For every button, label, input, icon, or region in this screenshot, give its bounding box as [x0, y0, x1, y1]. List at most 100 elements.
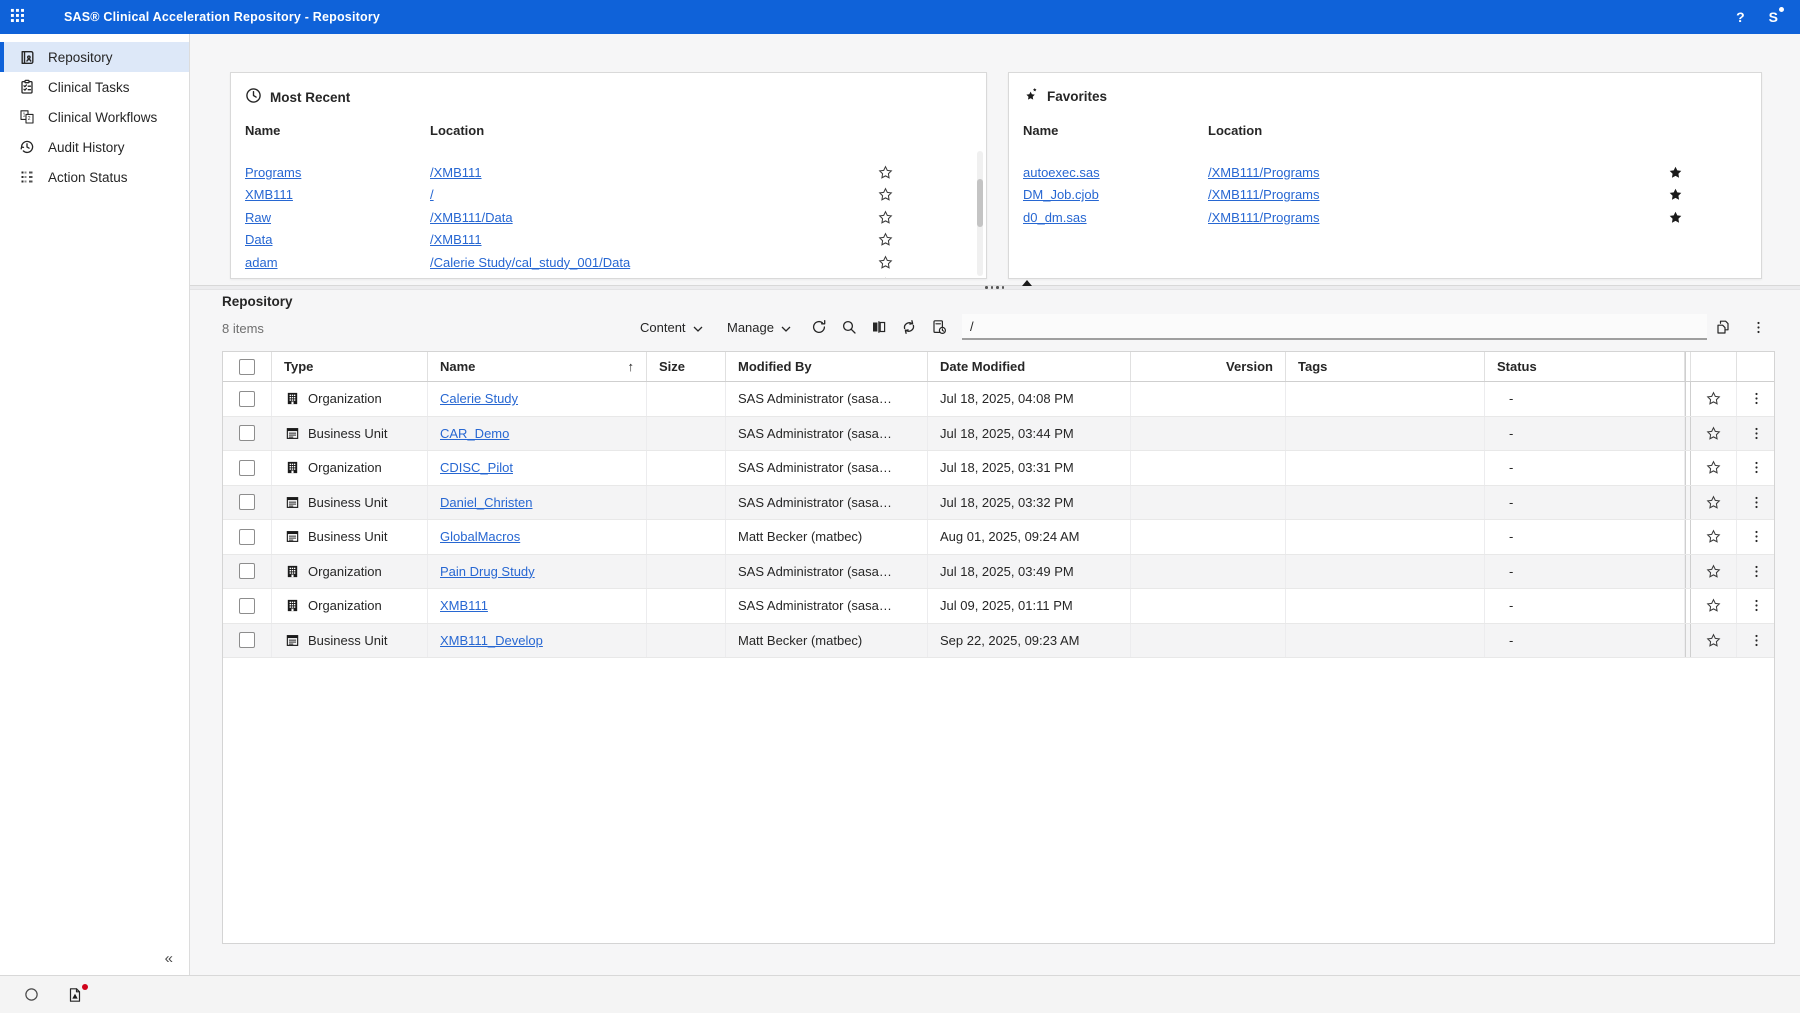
star-outline-icon[interactable]	[1706, 632, 1722, 648]
item-location-link[interactable]: /	[430, 187, 877, 202]
sidebar-collapse-button[interactable]: «	[165, 950, 173, 967]
row-checkbox[interactable]	[239, 563, 255, 579]
type-label: Organization	[308, 564, 382, 579]
file-status-icon[interactable]	[924, 313, 954, 341]
row-checkbox[interactable]	[239, 460, 255, 476]
row-kebab-icon[interactable]	[1749, 494, 1765, 510]
star-outline-icon[interactable]	[1706, 425, 1722, 441]
row-kebab-icon[interactable]	[1749, 425, 1765, 441]
toolbar-kebab-icon[interactable]	[1746, 315, 1770, 339]
item-name-link[interactable]: CDISC_Pilot	[440, 460, 513, 475]
row-kebab-icon[interactable]	[1749, 460, 1765, 476]
column-header-date-modified[interactable]: Date Modified	[940, 359, 1025, 374]
panel-splitter[interactable]	[190, 285, 1800, 290]
type-label: Organization	[308, 391, 382, 406]
item-name-link[interactable]: DM_Job.cjob	[1023, 187, 1208, 202]
star-outline-icon[interactable]	[877, 277, 893, 278]
column-header-type[interactable]: Type	[284, 359, 313, 374]
star-outline-icon[interactable]	[877, 164, 893, 180]
connection-status-icon[interactable]	[22, 986, 40, 1004]
sidebar-item-audit-history[interactable]: Audit History	[0, 132, 189, 162]
row-kebab-icon[interactable]	[1749, 598, 1765, 614]
content-menu-button[interactable]: Content	[640, 313, 703, 341]
search-icon[interactable]	[834, 313, 864, 341]
date-modified-cell: Aug 01, 2025, 09:24 AM	[928, 520, 1131, 554]
column-header-size[interactable]: Size	[659, 359, 685, 374]
star-outline-icon[interactable]	[1706, 563, 1722, 579]
row-checkbox[interactable]	[239, 632, 255, 648]
item-name-link[interactable]: XMB111	[245, 187, 430, 202]
column-header-version[interactable]: Version	[1226, 359, 1273, 374]
row-kebab-icon[interactable]	[1749, 632, 1765, 648]
splitter-collapse-icon[interactable]	[1022, 280, 1032, 286]
column-header-tags[interactable]: Tags	[1298, 359, 1327, 374]
item-location-link[interactable]: /XMB111/Programs	[1208, 210, 1667, 225]
refresh-icon[interactable]	[804, 313, 834, 341]
path-input[interactable]	[962, 314, 1707, 340]
row-checkbox[interactable]	[239, 391, 255, 407]
row-checkbox[interactable]	[239, 529, 255, 545]
item-name-link[interactable]: GlobalMacros	[440, 529, 520, 544]
item-name-link[interactable]: Pain Drug Study	[440, 564, 535, 579]
item-name-link[interactable]: d0_dm.sas	[1023, 210, 1208, 225]
sync-icon[interactable]	[894, 313, 924, 341]
item-location-link[interactable]: /XMB111/Programs	[1208, 165, 1667, 180]
item-name-link[interactable]: Programs	[245, 165, 430, 180]
star-outline-icon[interactable]	[877, 254, 893, 270]
item-name-link[interactable]: Programs	[245, 277, 430, 278]
scrollbar-thumb[interactable]	[977, 179, 983, 227]
item-location-link[interactable]: /Calerie Study/cal_study_001	[430, 277, 877, 278]
item-name-link[interactable]: XMB111_Develop	[440, 633, 543, 648]
row-kebab-icon[interactable]	[1749, 563, 1765, 579]
sidebar-item-repository[interactable]: Repository	[0, 42, 189, 72]
manage-menu-button[interactable]: Manage	[727, 313, 791, 341]
star-outline-icon[interactable]	[877, 232, 893, 248]
copy-path-icon[interactable]	[1711, 315, 1735, 339]
column-header-name[interactable]: Name	[440, 359, 475, 374]
item-location-link[interactable]: /XMB111/Programs	[1208, 187, 1667, 202]
item-name-link[interactable]: CAR_Demo	[440, 426, 509, 441]
star-outline-icon[interactable]	[1706, 494, 1722, 510]
splitter-grip-icon[interactable]	[985, 286, 1004, 289]
row-checkbox[interactable]	[239, 425, 255, 441]
sidebar-item-clinical-tasks[interactable]: Clinical Tasks	[0, 72, 189, 102]
star-outline-icon[interactable]	[877, 187, 893, 203]
item-name-link[interactable]: Daniel_Christen	[440, 495, 533, 510]
item-name-link[interactable]: Raw	[245, 210, 430, 225]
row-kebab-icon[interactable]	[1749, 529, 1765, 545]
sort-ascending-icon[interactable]: ↑	[628, 359, 635, 374]
log-warning-icon[interactable]	[66, 986, 84, 1004]
star-filled-icon[interactable]	[1667, 209, 1683, 225]
star-outline-icon[interactable]	[1706, 391, 1722, 407]
star-filled-icon[interactable]	[1667, 164, 1683, 180]
business-unit-icon	[284, 632, 300, 648]
item-location-link[interactable]: /XMB111	[430, 232, 877, 247]
type-cell: Organization	[272, 451, 428, 485]
scrollbar[interactable]	[977, 151, 983, 276]
column-header-modified-by[interactable]: Modified By	[738, 359, 812, 374]
item-name-link[interactable]: Data	[245, 232, 430, 247]
item-location-link[interactable]: /XMB111/Data	[430, 210, 877, 225]
item-name-link[interactable]: XMB111	[440, 598, 488, 613]
star-outline-icon[interactable]	[877, 209, 893, 225]
star-filled-icon[interactable]	[1667, 187, 1683, 203]
item-name-link[interactable]: adam	[245, 255, 430, 270]
row-checkbox[interactable]	[239, 598, 255, 614]
sidebar-item-clinical-workflows[interactable]: 12Clinical Workflows	[0, 102, 189, 132]
row-kebab-icon[interactable]	[1749, 391, 1765, 407]
row-checkbox[interactable]	[239, 494, 255, 510]
column-header-status[interactable]: Status	[1497, 359, 1537, 374]
star-outline-icon[interactable]	[1706, 598, 1722, 614]
help-icon[interactable]: ?	[1736, 9, 1745, 25]
item-name-link[interactable]: Calerie Study	[440, 391, 518, 406]
item-name-link[interactable]: autoexec.sas	[1023, 165, 1208, 180]
app-switcher-icon[interactable]	[0, 0, 34, 34]
compare-view-icon[interactable]	[864, 313, 894, 341]
star-outline-icon[interactable]	[1706, 460, 1722, 476]
star-outline-icon[interactable]	[1706, 529, 1722, 545]
sidebar-item-action-status[interactable]: Action Status	[0, 162, 189, 192]
select-all-checkbox[interactable]	[239, 359, 255, 375]
avatar[interactable]: S	[1769, 9, 1784, 25]
item-location-link[interactable]: /XMB111	[430, 165, 877, 180]
item-location-link[interactable]: /Calerie Study/cal_study_001/Data	[430, 255, 877, 270]
